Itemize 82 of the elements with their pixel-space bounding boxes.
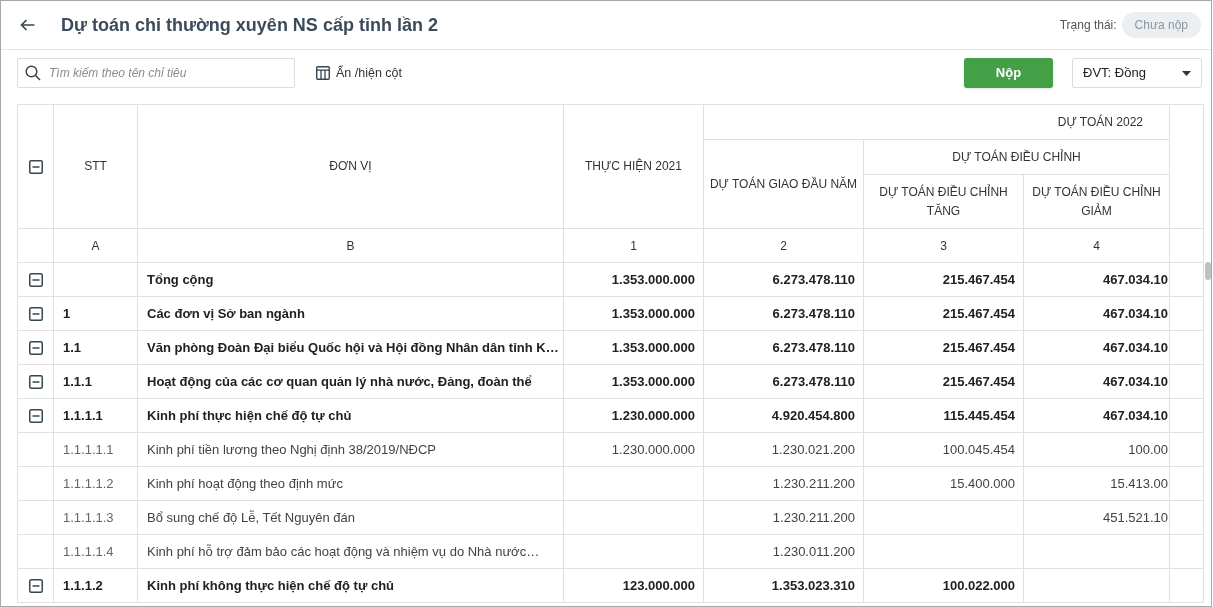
table-cell: 123.000.000 — [563, 568, 704, 603]
table-cell: Bổ sung chế độ Lễ, Tết Nguyên đán — [137, 500, 564, 535]
table-cell: 215.467.454 — [863, 262, 1024, 297]
status-label: Trạng thái: — [1059, 17, 1117, 34]
back-arrow-icon[interactable] — [20, 19, 35, 31]
column-code: B — [137, 228, 564, 263]
table-cell: 6.273.478.110 — [703, 296, 864, 331]
table-cell: 1.230.000.000 — [563, 398, 704, 433]
table-cell: 451.521.10 — [1023, 500, 1170, 535]
table-cell: 215.467.454 — [863, 296, 1024, 331]
table-cell: Kinh phí thực hiện chế độ tự chủ — [137, 398, 564, 433]
table-cell: 1.353.023.310 — [703, 568, 864, 603]
search-field[interactable]: Tìm kiếm theo tên chỉ tiêu — [17, 58, 295, 88]
table-cell: 115.445.454 — [863, 398, 1024, 433]
table-columns-icon — [316, 66, 330, 80]
collapse-icon[interactable] — [28, 374, 43, 389]
column-toggle-button[interactable]: Ẩn /hiện cột — [316, 63, 402, 83]
scrollbar-thumb[interactable] — [1205, 262, 1211, 280]
table-cell: 1.353.000.000 — [563, 262, 704, 297]
status-badge: Chưa nộp — [1121, 12, 1201, 38]
column-header: DỰ TOÁN GIAO ĐẦU NĂM — [703, 139, 864, 229]
table-cell: 100.045.454 — [863, 432, 1024, 467]
caret-icon — [1182, 70, 1191, 76]
table-cell: 1.1.1.1.4 — [53, 534, 138, 569]
table-cell: 1.1.1 — [53, 364, 138, 399]
collapse-icon[interactable] — [28, 408, 43, 423]
column-code: 4 — [1023, 228, 1170, 263]
column-code: 1 — [563, 228, 704, 263]
collapse-icon[interactable] — [28, 340, 43, 355]
table-cell: 15.413.00 — [1023, 466, 1170, 501]
table-cell: 1.230.021.200 — [703, 432, 864, 467]
column-header: STT — [53, 104, 138, 229]
table-cell: Các đơn vị Sở ban ngành — [137, 296, 564, 331]
table-cell: 1.1.1.1.3 — [53, 500, 138, 535]
column-group-header: DỰ TOÁN 2022 — [703, 104, 1170, 140]
table-cell: 1.353.000.000 — [563, 330, 704, 365]
table-cell: 6.273.478.110 — [703, 262, 864, 297]
table-cell: 4.920.454.800 — [703, 398, 864, 433]
table-cell: 215.467.454 — [863, 364, 1024, 399]
page-title: Dự toán chi thường xuyên NS cấp tỉnh lần 2 — [61, 13, 438, 37]
table-cell: 1 — [53, 296, 138, 331]
table-cell: 1.1.1.2 — [53, 568, 138, 603]
column-header: ĐƠN VỊ — [137, 104, 564, 229]
table-cell: 1.1.1.1 — [53, 398, 138, 433]
column-header: THỰC HIỆN 2021 — [563, 104, 704, 229]
table-cell: Kinh phí tiền lương theo Nghị định 38/2019/NĐCP — [137, 432, 564, 467]
collapse-icon[interactable] — [28, 578, 43, 593]
table-cell: 6.273.478.110 — [703, 364, 864, 399]
column-code: 3 — [863, 228, 1024, 263]
table-cell: 100.00 — [1023, 432, 1170, 467]
table-cell: 6.273.478.110 — [703, 330, 864, 365]
search-icon — [25, 65, 41, 81]
collapse-icon[interactable] — [28, 159, 43, 174]
table-cell: 1.1 — [53, 330, 138, 365]
table-cell: Kinh phí không thực hiện chế độ tự chủ — [137, 568, 564, 603]
column-header: DỰ TOÁN ĐIỀU CHỈNH TĂNG — [863, 174, 1024, 229]
table-cell: Tổng cộng — [137, 262, 564, 297]
table-cell: 1.230.011.200 — [703, 534, 864, 569]
table-cell: 467.034.10 — [1023, 262, 1170, 297]
unit-dropdown[interactable]: ĐVT: Đồng — [1072, 58, 1202, 88]
table-cell: 1.353.000.000 — [563, 364, 704, 399]
table-cell: 15.400.000 — [863, 466, 1024, 501]
table-cell: 1.1.1.1.1 — [53, 432, 138, 467]
table-cell: 1.353.000.000 — [563, 296, 704, 331]
table-cell: Văn phòng Đoàn Đại biểu Quốc hội và Hội đồng Nhân dân tỉnh K… — [137, 330, 564, 365]
table-cell: 215.467.454 — [863, 330, 1024, 365]
table-cell: 1.230.000.000 — [563, 432, 704, 467]
column-code: 2 — [703, 228, 864, 263]
table-cell: 1.230.211.200 — [703, 466, 864, 501]
table-cell: 100.022.000 — [863, 568, 1024, 603]
table-cell: Hoạt động của các cơ quan quản lý nhà nước, Đảng, đoàn thể — [137, 364, 564, 399]
column-code: A — [53, 228, 138, 263]
table-cell: Kinh phí hoạt động theo định mức — [137, 466, 564, 501]
table-cell: 1.230.211.200 — [703, 500, 864, 535]
collapse-icon[interactable] — [28, 306, 43, 321]
table-cell: 1.1.1.1.2 — [53, 466, 138, 501]
table-cell: 467.034.10 — [1023, 296, 1170, 331]
table-cell: 467.034.10 — [1023, 364, 1170, 399]
table-cell: 467.034.10 — [1023, 398, 1170, 433]
collapse-icon[interactable] — [28, 272, 43, 287]
table-cell: 467.034.10 — [1023, 330, 1170, 365]
table-cell: Kinh phí hỗ trợ đảm bảo các hoạt động và nhiệm vụ do Nhà nước… — [137, 534, 564, 569]
